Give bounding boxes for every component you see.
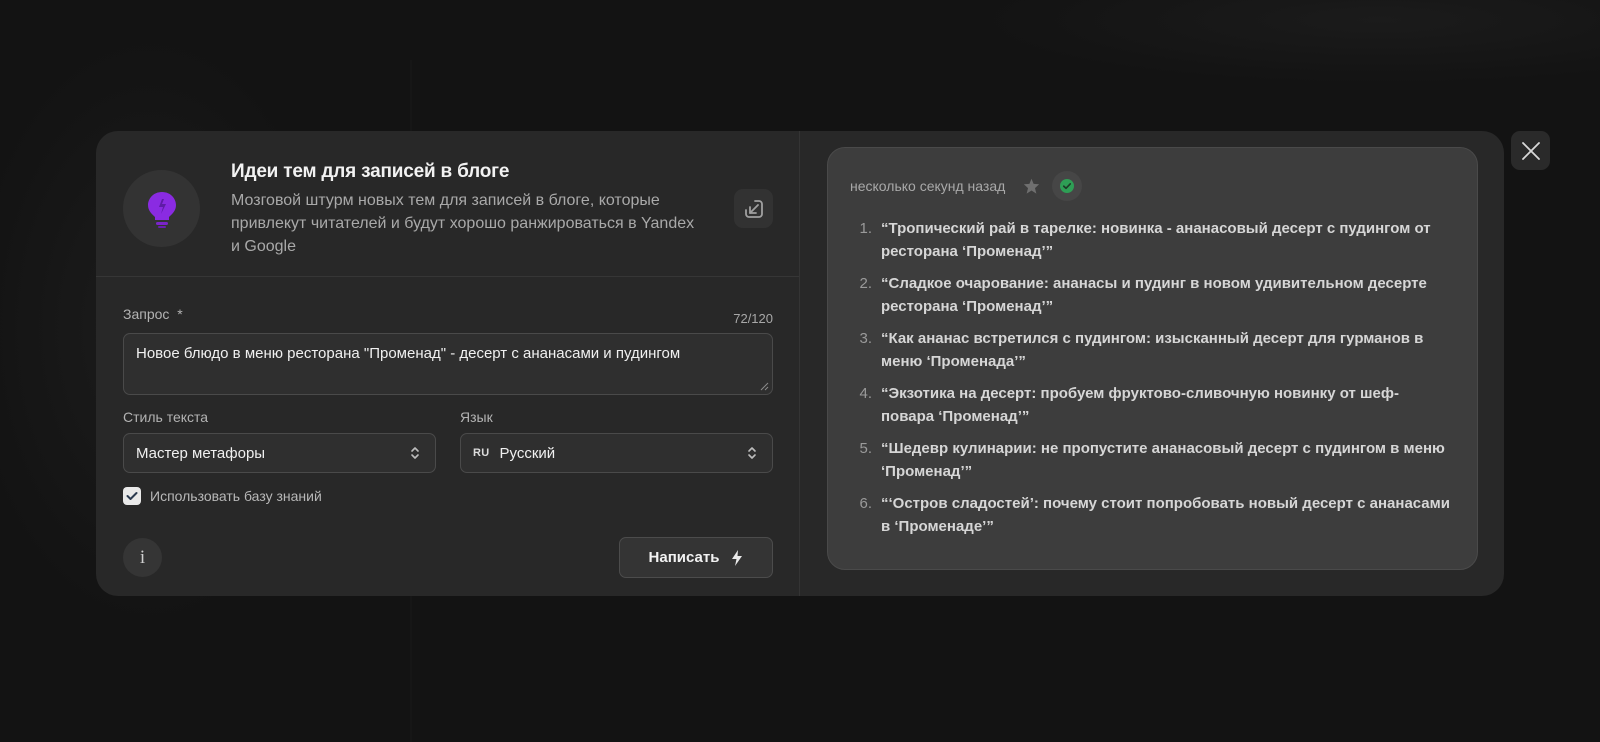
- knowledge-base-checkbox[interactable]: [123, 487, 141, 505]
- tool-modal: Идеи тем для записей в блоге Мозговой шт…: [96, 131, 1504, 596]
- list-item: 1. “Тропический рай в тарелке: новинка - …: [859, 220, 1431, 260]
- language-select[interactable]: RU Русский: [460, 433, 773, 473]
- language-code: RU: [473, 447, 490, 459]
- result-list: 1. “Тропический рай в тарелке: новинка - …: [850, 217, 1450, 547]
- result-card: несколько секунд назад 1. “Тропический ра…: [827, 147, 1478, 570]
- info-button[interactable]: i: [123, 538, 162, 577]
- chevron-up-down-icon: [411, 447, 419, 459]
- chevron-up-down-icon: [748, 447, 756, 459]
- language-label: Язык: [460, 409, 493, 425]
- style-value: Мастер метафоры: [136, 444, 266, 462]
- check-icon: [126, 492, 138, 500]
- request-label: Запрос *: [123, 306, 183, 322]
- tool-title: Идеи тем для записей в блоге: [231, 161, 510, 182]
- open-in-new-button[interactable]: [734, 189, 773, 228]
- lightbulb-icon: [123, 170, 200, 247]
- list-item: 4. “Экзотика на десерт: пробуем фруктово-…: [859, 385, 1399, 425]
- request-textarea[interactable]: Новое блюдо в меню ресторана "Променад" …: [123, 333, 773, 395]
- lightning-icon: [732, 549, 743, 566]
- knowledge-base-option: Использовать базу знаний: [123, 487, 773, 505]
- request-value: Новое блюдо в меню ресторана "Променад" …: [136, 345, 681, 362]
- language-value: Русский: [499, 444, 556, 462]
- required-mark: *: [177, 306, 183, 322]
- request-form: Запрос * 72/120 Новое блюдо в меню ресто…: [123, 305, 773, 505]
- list-item: 3. “Как ананас встретился с пудингом: изы…: [859, 330, 1424, 370]
- check-circle-icon: [1060, 179, 1075, 193]
- close-icon: [1521, 141, 1540, 160]
- close-button[interactable]: [1511, 131, 1550, 170]
- list-item: 5. “Шедевр кулинарии: не пропустите анана…: [859, 440, 1445, 480]
- char-counter: 72/120: [733, 310, 773, 326]
- tool-header: Идеи тем для записей в блоге Мозговой шт…: [96, 131, 799, 277]
- result-timestamp: несколько секунд назад: [850, 178, 1006, 194]
- list-item: 6. “‘Остров сладостей’: почему стоит попр…: [859, 495, 1450, 535]
- tool-form-panel: Идеи тем для записей в блоге Мозговой шт…: [96, 131, 799, 596]
- style-label: Стиль текста: [123, 409, 209, 425]
- style-select[interactable]: Мастер метафоры: [123, 433, 436, 473]
- write-button[interactable]: Написать: [619, 537, 773, 578]
- open-external-icon: [744, 199, 763, 218]
- tool-description: Мозговой штурм новых тем для записей в б…: [231, 192, 695, 255]
- knowledge-base-label: Использовать базу знаний: [150, 488, 322, 504]
- write-button-label: Написать: [648, 549, 720, 566]
- result-panel: несколько секунд назад 1. “Тропический ра…: [799, 131, 1504, 596]
- list-item: 2. “Сладкое очарование: ананасы и пудинг …: [859, 275, 1427, 315]
- star-icon[interactable]: [1023, 178, 1040, 194]
- resize-handle-icon[interactable]: [760, 382, 769, 391]
- success-badge: [1052, 171, 1083, 201]
- info-icon: i: [139, 546, 146, 568]
